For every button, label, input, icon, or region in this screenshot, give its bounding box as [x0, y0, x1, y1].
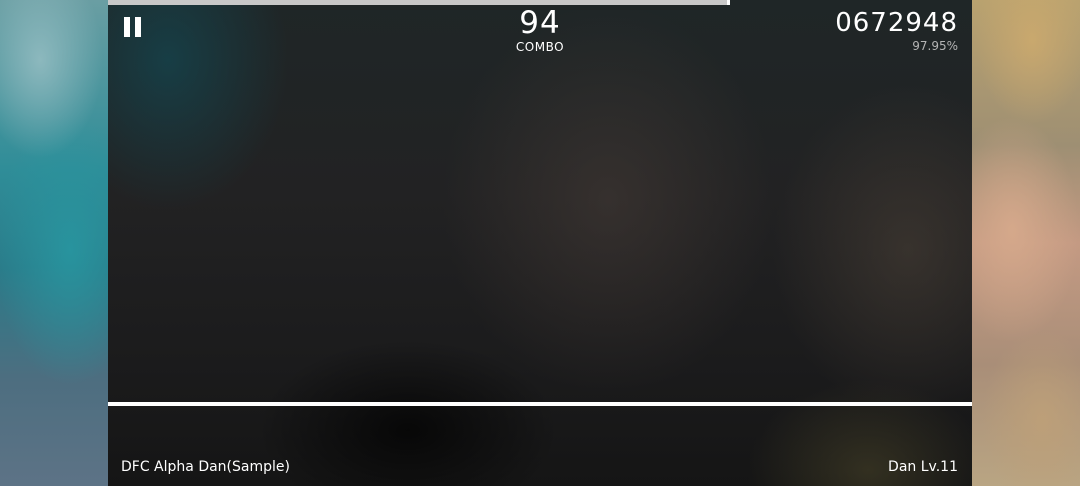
song-progress-fill	[108, 0, 730, 5]
song-progress-head	[727, 0, 730, 5]
combo-label: COMBO	[515, 40, 565, 54]
accuracy-value: 97.95%	[912, 39, 958, 53]
difficulty-level: Dan Lv.11	[888, 459, 958, 475]
score-value: 0672948	[835, 8, 958, 38]
combo-display: 94 COMBO	[440, 6, 640, 54]
pause-button[interactable]	[122, 16, 146, 40]
right-blurred-background	[972, 0, 1080, 486]
judgment-line	[108, 402, 972, 406]
playfield: 94 COMBO 0672948 97.95% DFC Alpha Dan(Sa…	[108, 0, 972, 486]
left-blurred-background	[0, 0, 108, 486]
song-title: DFC Alpha Dan(Sample)	[121, 459, 290, 475]
score-display: 0672948 97.95%	[835, 8, 958, 54]
combo-count: 94	[519, 5, 561, 41]
